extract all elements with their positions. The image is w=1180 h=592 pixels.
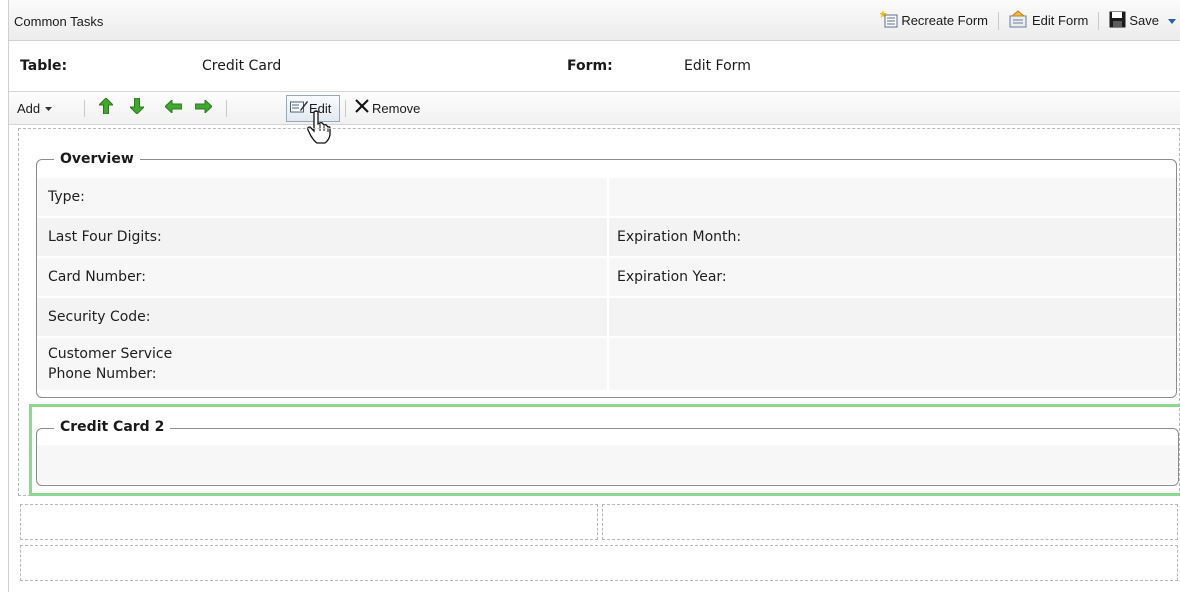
close-icon xyxy=(355,99,369,117)
form-row: Security Code: xyxy=(37,298,1176,336)
last-four-digits-label: Last Four Digits: xyxy=(48,229,162,245)
divider xyxy=(84,100,85,117)
card-number-label: Card Number: xyxy=(48,269,146,285)
edit-form-icon xyxy=(1009,10,1029,31)
overview-section: Overview Type: Last Four Digits: Expirat… xyxy=(36,151,1177,398)
empty-cell xyxy=(607,298,1176,336)
layout-toolbar: Add Edit Remove xyxy=(9,91,1180,125)
last-four-digits-field[interactable]: Last Four Digits: xyxy=(37,218,607,256)
move-up-button[interactable] xyxy=(97,92,115,124)
card-number-field[interactable]: Card Number: xyxy=(37,258,607,296)
form-row: Last Four Digits: Expiration Month: xyxy=(37,218,1176,256)
arrow-right-icon xyxy=(194,98,213,117)
add-label: Add xyxy=(17,100,41,116)
expiration-year-field[interactable]: Expiration Year: xyxy=(607,258,1176,296)
move-right-button[interactable] xyxy=(194,92,213,124)
customer-service-label: Customer Service xyxy=(48,346,173,362)
floppy-disk-icon xyxy=(1109,11,1126,31)
divider xyxy=(226,100,227,117)
recreate-form-label: Recreate Form xyxy=(901,13,989,28)
form-row: Customer Service Phone Number: xyxy=(37,338,1176,390)
expiration-month-label: Expiration Month: xyxy=(617,229,742,245)
form-row: Card Number: Expiration Year: xyxy=(37,258,1176,296)
expiration-year-label: Expiration Year: xyxy=(617,269,727,285)
save-dropdown-icon[interactable] xyxy=(1168,13,1176,28)
form-info-row: Table: Credit Card Form: Edit Form xyxy=(9,52,1180,82)
edit-form-button[interactable]: Edit Form xyxy=(1005,10,1092,31)
arrow-down-icon xyxy=(128,97,146,118)
credit-card-2-legend: Credit Card 2 xyxy=(54,419,171,435)
divider xyxy=(1098,11,1100,30)
arrow-left-icon xyxy=(164,98,183,117)
table-value: Credit Card xyxy=(202,58,282,74)
empty-layout-cell[interactable] xyxy=(20,504,598,540)
empty-cell xyxy=(607,338,1176,390)
empty-layout-cell[interactable] xyxy=(602,504,1178,540)
remove-button[interactable]: Remove xyxy=(355,92,420,124)
empty-cell xyxy=(607,178,1176,216)
divider xyxy=(345,100,346,117)
form-label: Form: xyxy=(567,58,613,74)
credit-card-2-row xyxy=(37,445,1178,484)
arrow-up-icon xyxy=(97,97,115,118)
chevron-down-icon xyxy=(45,101,53,116)
expiration-month-field[interactable]: Expiration Month: xyxy=(607,218,1176,256)
form-value: Edit Form xyxy=(684,58,751,74)
form-row: Type: xyxy=(37,178,1176,216)
phone-number-label: Phone Number: xyxy=(48,366,157,382)
type-label: Type: xyxy=(48,189,85,205)
save-label: Save xyxy=(1129,13,1159,28)
table-label: Table: xyxy=(20,58,68,74)
recreate-form-icon xyxy=(879,10,898,31)
save-button[interactable]: Save xyxy=(1105,11,1180,31)
type-field[interactable]: Type: xyxy=(37,178,607,216)
credit-card-2-section[interactable]: Credit Card 2 xyxy=(36,419,1179,486)
common-tasks-actions: Recreate Form Edit Form Save xyxy=(876,10,1180,31)
customer-service-phone-field[interactable]: Customer Service Phone Number: xyxy=(37,338,607,390)
common-tasks-bar: Common Tasks Recreate Form Edit Form Sav… xyxy=(9,0,1180,41)
remove-label: Remove xyxy=(372,100,421,116)
overview-legend: Overview xyxy=(54,151,140,167)
edit-form-label: Edit Form xyxy=(1032,13,1089,28)
common-tasks-title: Common Tasks xyxy=(14,14,104,29)
move-down-button[interactable] xyxy=(128,92,146,124)
security-code-label: Security Code: xyxy=(48,309,151,325)
recreate-form-button[interactable]: Recreate Form xyxy=(876,10,992,31)
move-left-button[interactable] xyxy=(164,92,183,124)
security-code-field[interactable]: Security Code: xyxy=(37,298,607,336)
add-menu-button[interactable]: Add xyxy=(17,92,53,124)
empty-layout-row[interactable] xyxy=(20,545,1178,581)
divider xyxy=(998,11,1000,30)
